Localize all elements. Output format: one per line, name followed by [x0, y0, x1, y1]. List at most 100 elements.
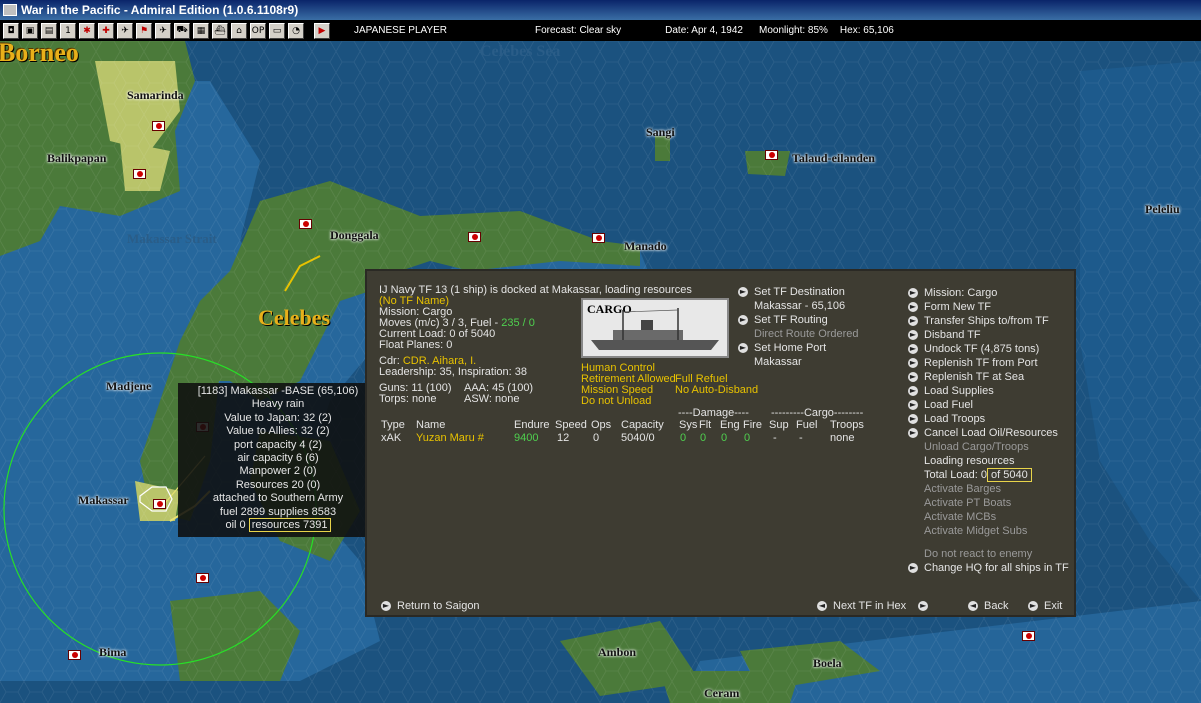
cmd-replenish-sea[interactable]: ► Replenish TF at Sea [908, 370, 1058, 384]
cmd-load-supplies[interactable]: ► Load Supplies [908, 384, 1058, 398]
cmd-transfer-ships[interactable]: ► Transfer Ships to/from TF [908, 314, 1058, 328]
place-celebes: Celebes [258, 305, 331, 330]
arrow-right-icon: ► [908, 358, 918, 369]
place-ceram: Ceram [704, 686, 740, 700]
toolbar-button-8[interactable]: ⚑ [136, 22, 152, 39]
ship-fire: 0 [744, 432, 751, 444]
place-balikpapan: Balikpapan [47, 151, 107, 165]
base-flag-icon[interactable] [299, 219, 312, 229]
base-flag-icon[interactable] [468, 232, 481, 242]
cmd-activate-midget-subs: Activate Midget Subs [924, 525, 1028, 537]
toolbar-button-16[interactable]: ◔ [288, 22, 304, 39]
base-port-capacity: port capacity 4 (2) [233, 438, 323, 451]
set-tf-routing-button[interactable]: ► Set TF Routing [738, 314, 828, 326]
tf-asw: ASW: none [464, 393, 520, 405]
total-load: Total Load: 0 of 5040 [908, 468, 1058, 482]
base-flag-icon[interactable] [1022, 631, 1035, 641]
toolbar-button-2[interactable]: ▣ [22, 22, 38, 39]
base-hq: attached to Southern Army [212, 492, 344, 505]
toolbar-button-5[interactable]: ✱ [79, 22, 95, 39]
next-tf-button[interactable]: ◄ Next TF in Hex ► [817, 600, 934, 612]
place-celebes-sea: Celebes Sea [480, 43, 561, 60]
opt-do-not-unload[interactable]: Do not Unload [581, 395, 651, 407]
opt-auto-disband[interactable]: No Auto-Disband [675, 384, 758, 396]
cmd-undock-tf[interactable]: ► Undock TF (4,875 tons) [908, 342, 1058, 356]
arrow-right-icon: ► [908, 302, 918, 313]
cmd-unload: Unload Cargo/Troops [924, 441, 1029, 453]
arrow-right-icon: ► [908, 316, 918, 327]
col-type: Type [381, 419, 405, 431]
ship-name[interactable]: Yuzan Maru # [416, 432, 484, 444]
base-flag-icon[interactable] [68, 650, 81, 660]
back-button[interactable]: ◄ Back [968, 600, 1008, 612]
base-flag-icon[interactable] [196, 573, 209, 583]
toolbar-button-3[interactable]: ▤ [41, 22, 57, 39]
base-resources: Resources 20 (0) [235, 478, 321, 491]
base-flag-icon[interactable] [153, 499, 166, 509]
cmd-activate-pt-boats: Activate PT Boats [924, 497, 1012, 509]
base-oil: oil 0 [225, 519, 246, 532]
arrow-right-icon: ► [1028, 601, 1038, 612]
cmd-activate-barges: Activate Barges [924, 483, 1002, 495]
tf-command-list: ► Mission: Cargo ► Form New TF ► Transfer S… [908, 286, 1058, 538]
place-samarinda: Samarinda [127, 88, 184, 102]
base-value-allies: Value to Allies: 32 (2) [226, 425, 330, 438]
toolbar-button-12[interactable]: ⛴ [212, 22, 228, 39]
cmd-no-react[interactable]: Do not react to enemy [924, 548, 1032, 560]
end-turn-button[interactable]: ▶ [314, 22, 330, 39]
place-madjene: Madjene [106, 379, 152, 393]
toolbar-button-1[interactable]: ◘ [3, 22, 19, 39]
toolbar-button-13[interactable]: ⌂ [231, 22, 247, 39]
toolbar-button-9[interactable]: ✈ [155, 22, 171, 39]
set-tf-destination-button[interactable]: ► Set TF Destination [738, 286, 845, 298]
tf-leadership: Leadership: 35, Inspiration: 38 [379, 366, 527, 378]
exit-button[interactable]: ► Exit [1028, 600, 1062, 612]
base-fuel-supplies: fuel 2899 supplies 8583 [219, 505, 337, 518]
return-to-base-button[interactable]: ► Return to Saigon [381, 600, 480, 612]
cmd-activate-mcbs: Activate MCBs [924, 511, 997, 523]
arrow-right-icon: ► [908, 400, 918, 411]
tf-fuel: 235 / 0 [501, 317, 535, 329]
cmd-disband-tf[interactable]: ► Disband TF [908, 328, 1058, 342]
cmd-load-fuel[interactable]: ► Load Fuel [908, 398, 1058, 412]
toolbar-button-10[interactable]: ⛟ [174, 22, 190, 39]
cmd-mission[interactable]: ► Mission: Cargo [908, 286, 1058, 300]
toolbar-button-14[interactable]: OP [250, 22, 266, 39]
ship-capacity: 5040/0 [621, 432, 655, 444]
arrow-right-icon: ► [908, 288, 918, 299]
toolbar-button-6[interactable]: ✚ [98, 22, 114, 39]
back-label: Back [984, 600, 1009, 612]
toolbar-button-15[interactable]: ▭ [269, 22, 285, 39]
set-home-port-button[interactable]: ► Set Home Port [738, 342, 826, 354]
cmd-replenish-port[interactable]: ► Replenish TF from Port [908, 356, 1058, 370]
cmd-change-hq[interactable]: ► Change HQ for all ships in TF [908, 562, 1069, 574]
col-sys: Sys [679, 419, 698, 431]
ship-type: xAK [381, 432, 402, 444]
toolbar-button-7[interactable]: ✈ [117, 22, 133, 39]
base-weather: Heavy rain [251, 398, 305, 411]
base-flag-icon[interactable] [765, 150, 778, 160]
base-flag-icon[interactable] [152, 121, 165, 131]
arrow-right-icon: ► [381, 601, 391, 612]
cmd-change-hq-label: Change HQ for all ships in TF [924, 562, 1069, 574]
cmd-form-new-tf[interactable]: ► Form New TF [908, 300, 1058, 314]
col-sup: Sup [769, 419, 789, 431]
hex-label: Hex: 65,106 [839, 25, 894, 36]
arrow-left-icon: ◄ [817, 601, 827, 612]
ship-sys: 0 [680, 432, 687, 444]
toolbar-button-11[interactable]: ▦ [193, 22, 209, 39]
ship-endure: 9400 [514, 432, 539, 444]
base-manpower: Manpower 2 (0) [239, 465, 317, 478]
cmd-load-troops[interactable]: ► Load Troops [908, 412, 1058, 426]
place-bima: Bima [99, 645, 127, 659]
ship-flt: 0 [700, 432, 707, 444]
cmd-cancel-load[interactable]: ► Cancel Load Oil/Resources [908, 426, 1058, 440]
base-flag-icon[interactable] [133, 169, 146, 179]
col-troops: Troops [830, 419, 864, 431]
window-title: War in the Pacific - Admiral Edition (1.… [21, 3, 299, 17]
arrow-right-icon: ► [908, 330, 918, 341]
toolbar-button-4[interactable]: 1 [60, 22, 76, 39]
base-flag-icon[interactable] [592, 233, 605, 243]
col-endure: Endure [514, 419, 550, 431]
total-load-capacity: of 5040 [987, 468, 1032, 482]
